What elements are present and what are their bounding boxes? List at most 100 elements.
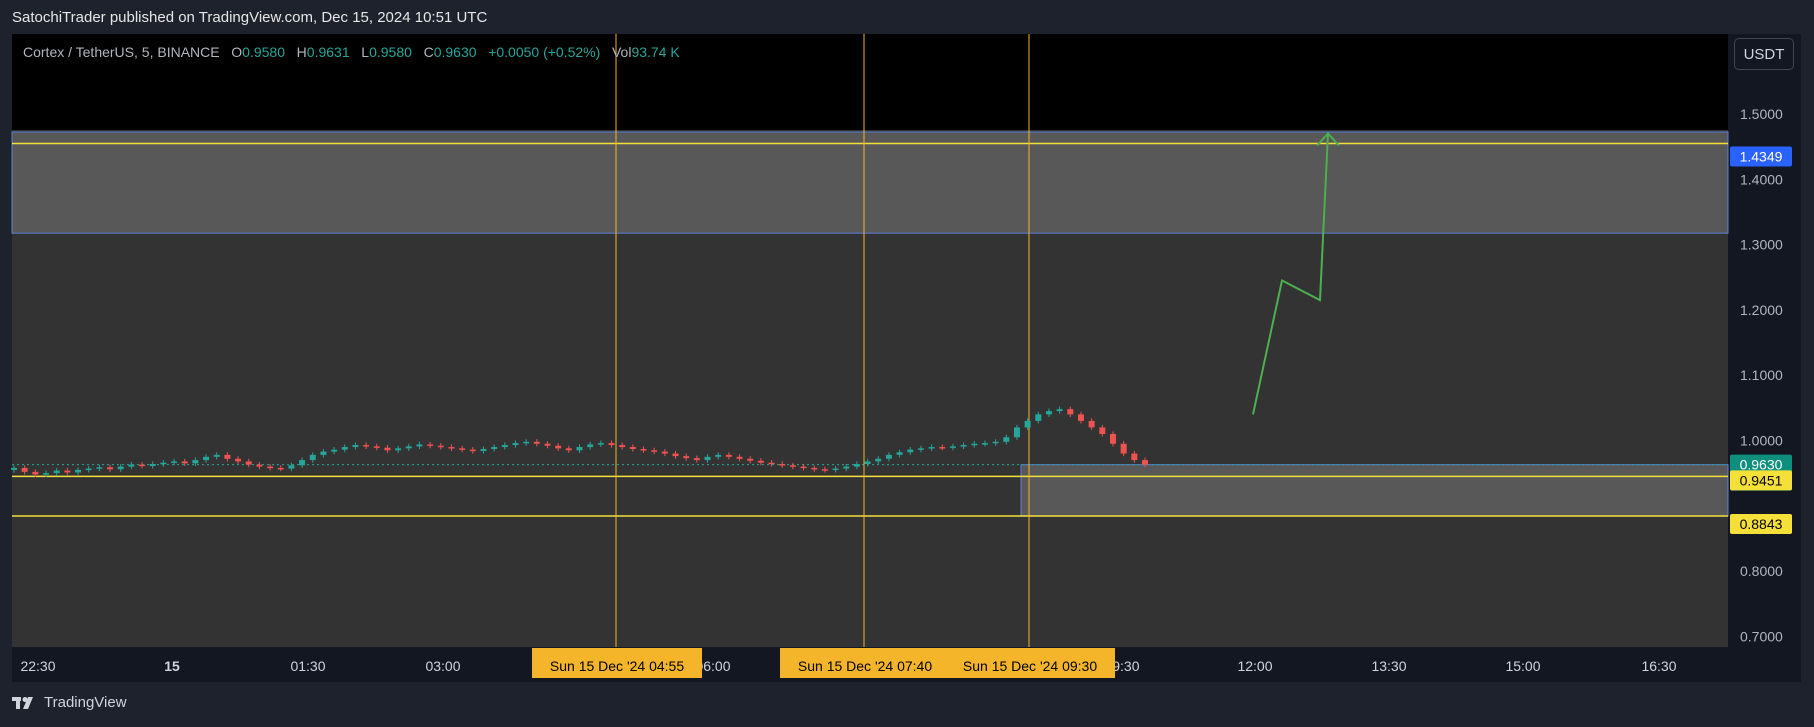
- candle-body: [203, 456, 210, 461]
- candle-body: [1077, 414, 1084, 421]
- x-tick-label: 16:30: [1641, 658, 1676, 674]
- candle-body: [85, 468, 92, 471]
- candle-body: [1013, 427, 1020, 438]
- candle-body: [96, 467, 103, 469]
- candle-body: [213, 454, 220, 457]
- y-tick-label: 1.4000: [1740, 171, 1783, 187]
- y-tick-label: 0.7000: [1740, 628, 1783, 644]
- zone-rectangle[interactable]: [1020, 464, 1729, 517]
- candle-body: [757, 460, 764, 463]
- candle-body: [981, 443, 988, 445]
- candle-body: [224, 454, 231, 459]
- candle-body: [309, 454, 316, 461]
- candle-body: [64, 470, 71, 473]
- candle-body: [747, 458, 754, 461]
- candle-body: [885, 454, 892, 459]
- candle-body: [1131, 453, 1138, 461]
- candle-body: [149, 464, 156, 466]
- candle-body: [437, 445, 444, 448]
- y-tick-label: 1.3000: [1740, 237, 1783, 253]
- candle-body: [384, 447, 391, 451]
- candle-body: [853, 464, 860, 467]
- candle-body: [544, 443, 551, 446]
- candle-body: [43, 473, 50, 475]
- candle-body: [661, 451, 668, 454]
- time-marker-label: Sun 15 Dec '24 07:40: [798, 658, 932, 674]
- candle-body: [117, 466, 124, 470]
- candle-body: [11, 467, 17, 470]
- candle-body: [480, 448, 487, 451]
- candle-body: [1056, 409, 1063, 412]
- candle-body: [53, 470, 60, 474]
- candle-body: [1024, 420, 1031, 428]
- candle-body: [32, 471, 39, 475]
- candle-body: [501, 445, 508, 448]
- low-value: 0.9580: [369, 44, 412, 60]
- candle-body: [800, 466, 807, 469]
- candle-body: [416, 444, 423, 447]
- candle-body: [1120, 443, 1127, 454]
- zone-rectangle[interactable]: [11, 131, 1729, 234]
- footer-brand[interactable]: TradingView: [12, 694, 127, 711]
- x-tick-label: 01:30: [290, 658, 325, 674]
- tradingview-logo-icon: [12, 696, 33, 709]
- candle-body: [597, 443, 604, 445]
- price-tag-label: 1.4349: [1740, 149, 1783, 165]
- candle-body: [128, 464, 135, 467]
- candle-body: [832, 468, 839, 471]
- candle-body: [971, 443, 978, 446]
- candle-body: [608, 443, 615, 446]
- candle-body: [75, 469, 82, 473]
- x-tick-label: 12:00: [1237, 658, 1272, 674]
- candle-body: [896, 452, 903, 455]
- candle-body: [288, 465, 295, 469]
- open-value: 0.9580: [242, 44, 285, 60]
- candle-body: [768, 462, 775, 465]
- candle-body: [640, 448, 647, 451]
- candle-body: [256, 464, 263, 467]
- candle-body: [907, 449, 914, 453]
- close-value: 0.9630: [433, 44, 477, 60]
- candle-body: [821, 469, 828, 471]
- time-marker-label: Sun 15 Dec '24 04:55: [550, 658, 684, 674]
- candle-body: [736, 456, 743, 459]
- candle-body: [875, 458, 882, 462]
- price-chart[interactable]: 1.5000 1.4000 1.3000 1.2000 1.1000 1.0000 0.80…: [0, 0, 1814, 727]
- candle-body: [949, 446, 956, 448]
- candle-body: [725, 454, 732, 457]
- y-tick-label: 1.2000: [1740, 302, 1783, 318]
- candle-body: [587, 444, 594, 448]
- candle-body: [107, 467, 114, 470]
- candle-body: [469, 449, 476, 452]
- y-tick-label: 1.0000: [1740, 433, 1783, 449]
- x-tick-label: 15: [164, 658, 180, 674]
- symbol-label[interactable]: Cortex / TetherUS, 5, BINANCE: [23, 44, 220, 60]
- candle-body: [160, 462, 167, 465]
- candle-body: [299, 460, 306, 466]
- candle-body: [960, 445, 967, 447]
- candle-body: [1045, 411, 1052, 415]
- high-value: 0.9631: [306, 44, 350, 60]
- high-label: H: [296, 44, 307, 60]
- candle-body: [1035, 414, 1042, 421]
- currency-button[interactable]: USDT: [1734, 38, 1794, 70]
- candle-body: [459, 448, 466, 450]
- low-label: L: [361, 44, 370, 60]
- candle-body: [405, 446, 412, 449]
- open-label: O: [231, 44, 243, 60]
- candle-body: [267, 466, 274, 469]
- candle-body: [352, 445, 359, 448]
- candle-body: [171, 461, 178, 463]
- candle-body: [395, 448, 402, 451]
- candle-body: [181, 461, 188, 464]
- candle-body: [363, 445, 370, 447]
- candle-body: [1067, 409, 1074, 415]
- candle-body: [843, 466, 850, 469]
- candle-body: [533, 441, 540, 444]
- change-value: +0.0050 (+0.52%): [488, 44, 601, 60]
- candle-body: [192, 460, 199, 464]
- candle-body: [576, 447, 583, 451]
- close-label: C: [423, 44, 434, 60]
- x-tick-label: 22:30: [20, 658, 55, 674]
- candle-body: [21, 467, 28, 472]
